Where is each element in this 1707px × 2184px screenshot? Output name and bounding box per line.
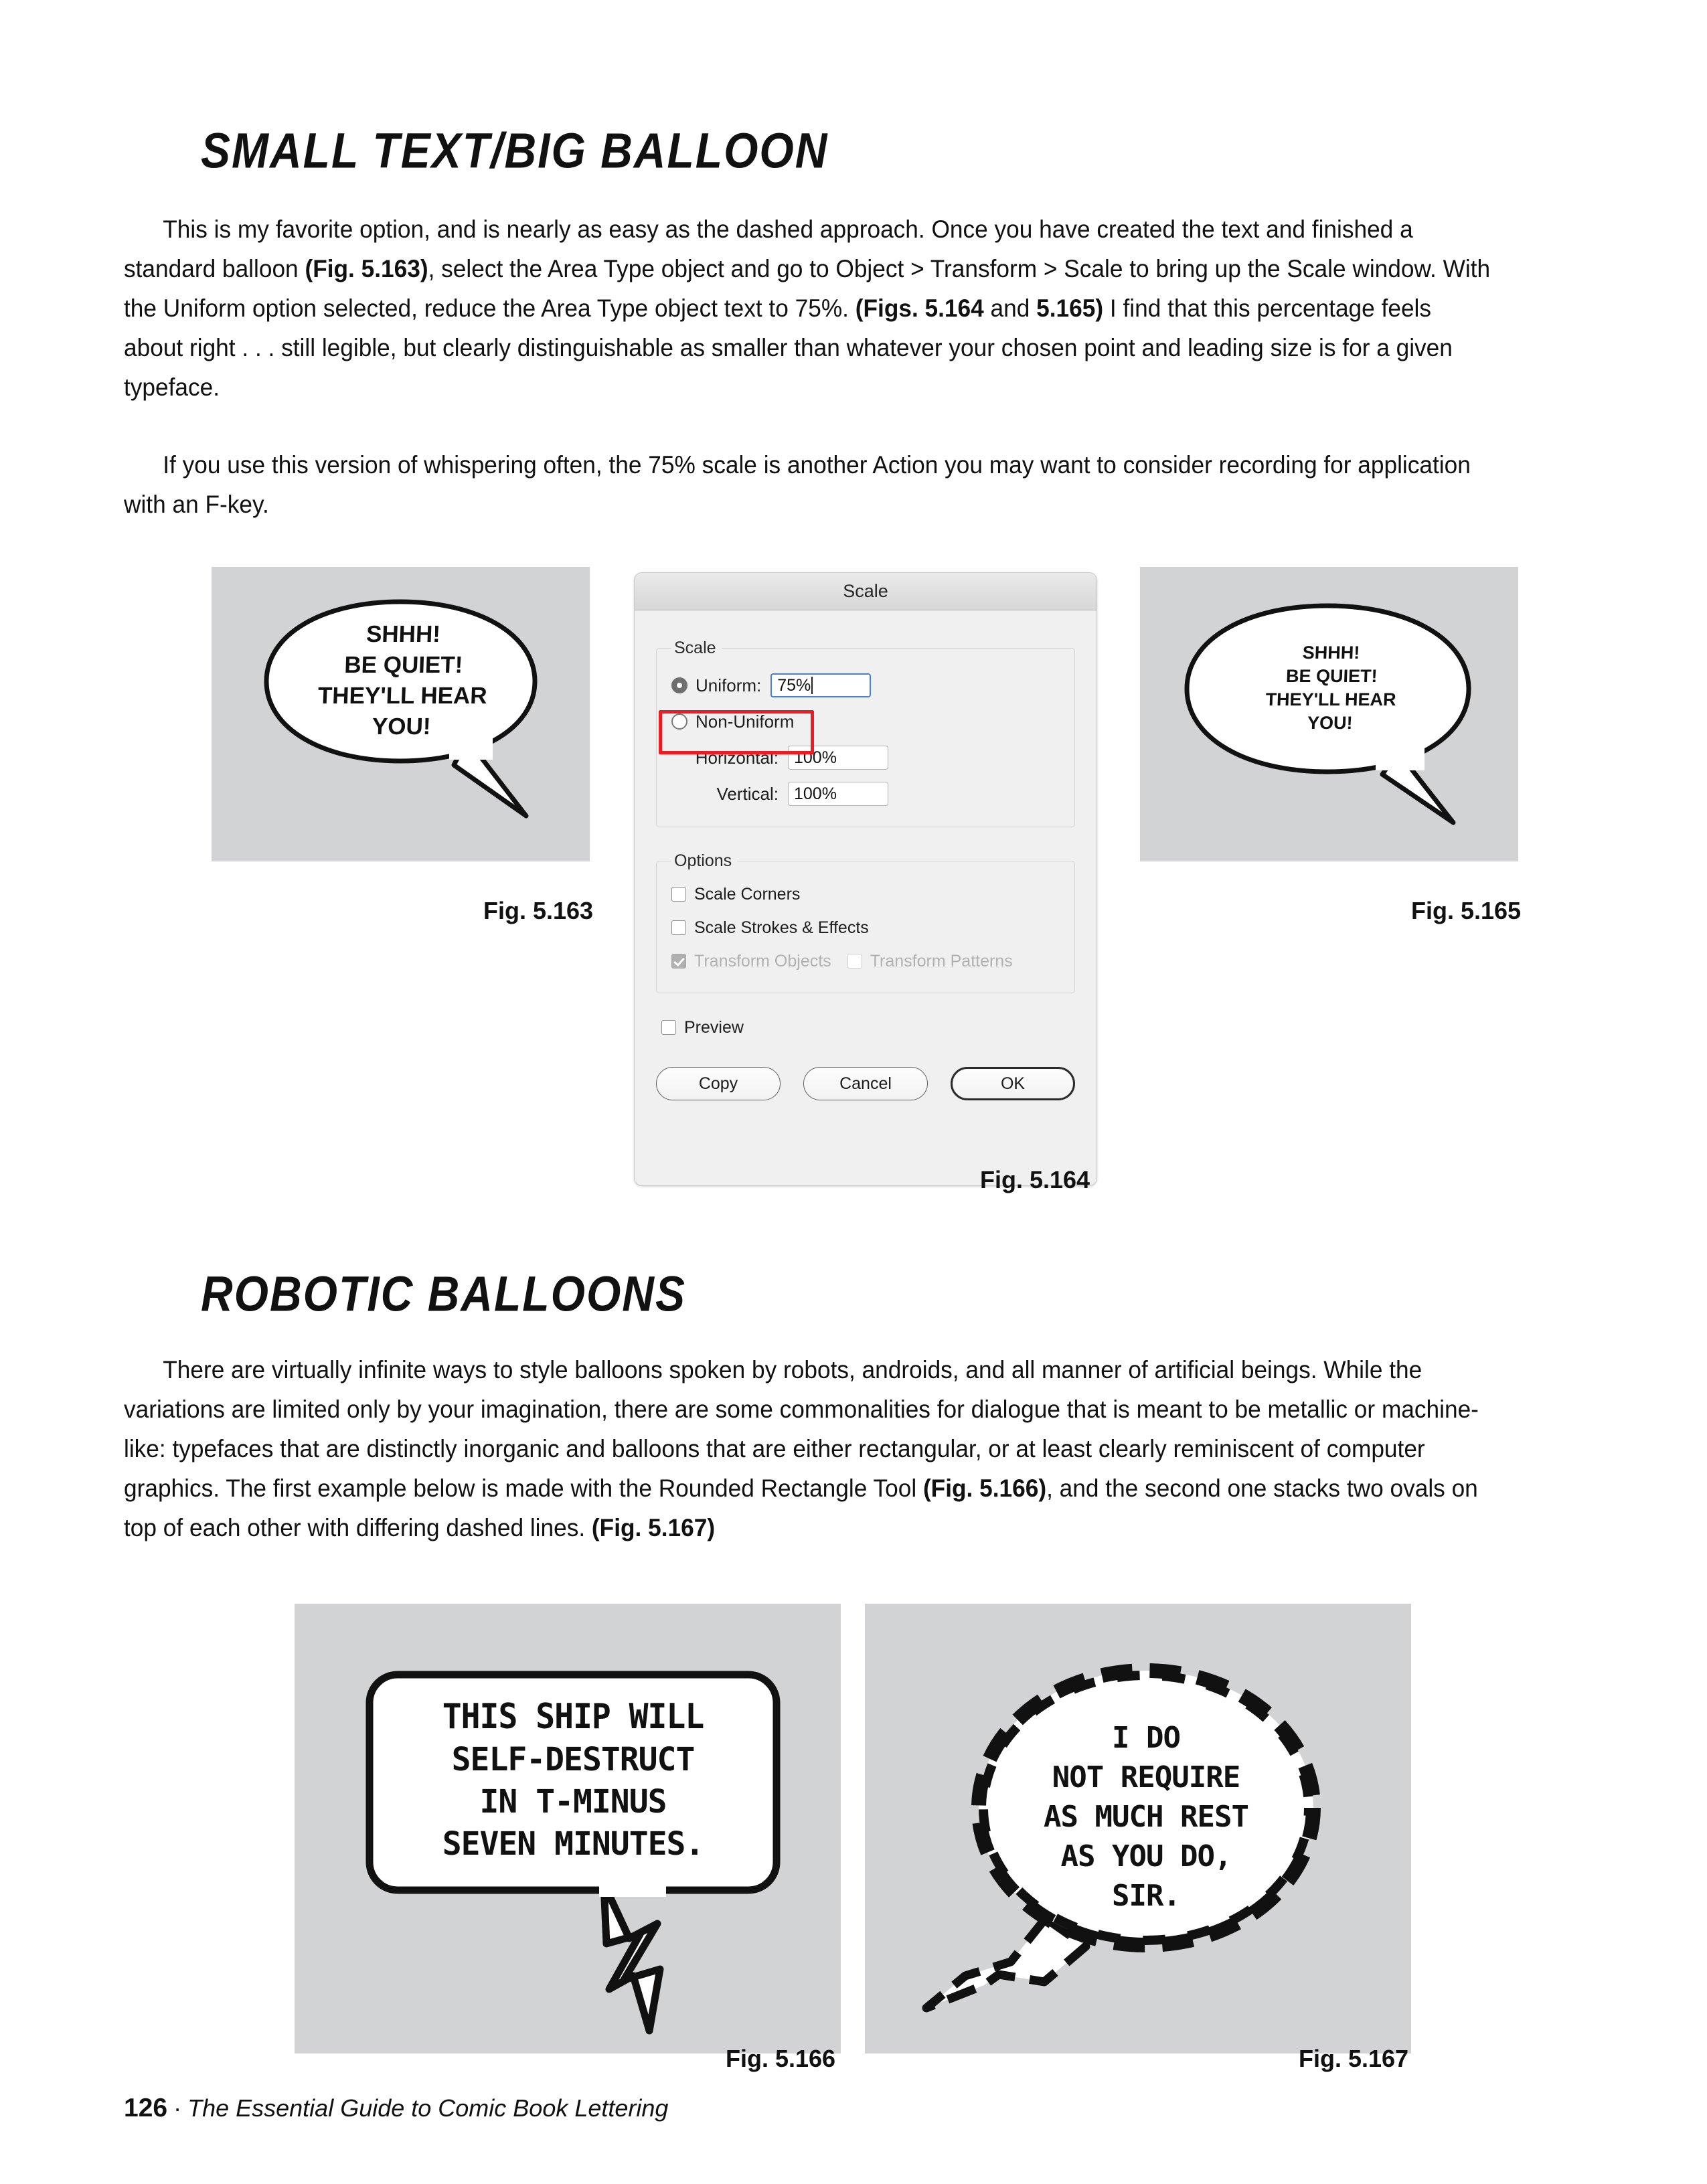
figure-caption-5-167: Fig. 5.167 xyxy=(1299,2045,1409,2072)
figure-panel-5-165: SHHH! BE QUIET! THEY'LL HEAR YOU! xyxy=(1140,567,1518,861)
balloon-line: SHHH! xyxy=(1302,643,1360,663)
balloon-line: SHHH! xyxy=(365,621,440,647)
balloon-line: THEY'LL HEAR xyxy=(1265,689,1396,709)
figure-caption-5-165: Fig. 5.165 xyxy=(1411,897,1522,924)
balloon-line: SIR. xyxy=(1112,1879,1180,1913)
checkbox-transform-objects-icon xyxy=(671,954,686,969)
section-heading-small-text-big-balloon: SMALL TEXT/BIG BALLOON xyxy=(201,122,829,178)
checkbox-transform-patterns-icon xyxy=(847,954,862,969)
option-label: Scale Strokes & Effects xyxy=(694,918,869,937)
dashed-oval-balloon-167: I DO NOT REQUIRE AS MUCH REST AS YOU DO,… xyxy=(922,1663,1321,2013)
non-uniform-row[interactable]: Non-Uniform xyxy=(671,703,1060,740)
balloon-line: AS MUCH REST xyxy=(1044,1800,1248,1834)
page-number: 126 xyxy=(124,2094,168,2122)
uniform-row[interactable]: Uniform: 75% xyxy=(671,667,1060,703)
scale-group: Scale Uniform: 75% Non-Uniform Horizonta… xyxy=(656,639,1075,827)
balloon-line: SEVEN MINUTES. xyxy=(442,1825,704,1863)
figure-panel-5-163: SHHH! BE QUIET! THEY'LL HEAR YOU! xyxy=(212,567,590,861)
scale-dialog[interactable]: Scale Scale Uniform: 75% Non-Uniform Hor xyxy=(634,572,1097,1186)
figure-caption-5-164: Fig. 5.164 xyxy=(980,1166,1090,1193)
vertical-label: Vertical: xyxy=(716,783,779,804)
option-scale-corners[interactable]: Scale Corners xyxy=(671,877,1060,911)
copy-button[interactable]: Copy xyxy=(656,1067,781,1100)
balloon-line: YOU! xyxy=(372,713,431,740)
checkbox-scale-corners-icon[interactable] xyxy=(671,887,686,902)
non-uniform-label: Non-Uniform xyxy=(696,711,795,732)
balloon-line: AS YOU DO, xyxy=(1061,1839,1232,1873)
vertical-row[interactable]: Vertical: 100% xyxy=(671,776,1060,812)
checkbox-preview-icon[interactable] xyxy=(661,1020,676,1035)
section-1-paragraph-2: If you use this version of whispering of… xyxy=(124,450,1471,518)
option-label: Transform Objects xyxy=(694,951,831,971)
uniform-input[interactable]: 75% xyxy=(770,673,872,697)
rounded-rectangle-balloon-166: THIS SHIP WILL SELF-DESTRUCT IN T-MINUS … xyxy=(365,1671,781,2035)
section-1-paragraph-1: This is my favorite option, and is nearl… xyxy=(124,215,1491,401)
option-label: Transform Patterns xyxy=(870,951,1013,971)
oval-speech-balloon-165: SHHH! BE QUIET! THEY'LL HEAR YOU! xyxy=(1184,603,1471,825)
section-heading-robotic-balloons: ROBOTIC BALLOONS xyxy=(201,1266,686,1321)
option-scale-strokes-effects[interactable]: Scale Strokes & Effects xyxy=(671,911,1060,944)
vertical-input[interactable]: 100% xyxy=(788,782,888,806)
balloon-line: YOU! xyxy=(1307,713,1354,733)
figure-panel-5-167: I DO NOT REQUIRE AS MUCH REST AS YOU DO,… xyxy=(865,1604,1411,2053)
dialog-body: Scale Uniform: 75% Non-Uniform Horizonta… xyxy=(635,639,1096,1100)
figure-caption-5-166: Fig. 5.166 xyxy=(726,2045,836,2072)
option-label: Scale Corners xyxy=(694,884,801,904)
horizontal-row[interactable]: Horizontal: 100% xyxy=(671,740,1060,776)
uniform-label: Uniform: xyxy=(696,675,762,695)
radio-uniform-icon[interactable] xyxy=(671,677,687,693)
balloon-line: THEY'LL HEAR xyxy=(317,683,487,709)
dialog-titlebar[interactable]: Scale xyxy=(635,573,1096,610)
ok-button[interactable]: OK xyxy=(951,1067,1075,1100)
horizontal-input[interactable]: 100% xyxy=(788,746,888,770)
options-group: Options Scale Corners Scale Strokes & Ef… xyxy=(656,851,1075,993)
text-caret xyxy=(811,677,813,694)
dialog-button-row: Copy Cancel OK xyxy=(656,1067,1075,1100)
page-canvas: SMALL TEXT/BIG BALLOON This is my favori… xyxy=(0,0,1707,2184)
radio-non-uniform-icon[interactable] xyxy=(671,713,687,730)
cancel-button[interactable]: Cancel xyxy=(803,1067,928,1100)
options-group-legend: Options xyxy=(674,851,732,870)
balloon-line: THIS SHIP WILL xyxy=(442,1696,704,1736)
scale-group-legend: Scale xyxy=(674,639,716,657)
preview-row[interactable]: Preview xyxy=(661,1011,1075,1044)
book-title: The Essential Guide to Comic Book Letter… xyxy=(187,2094,669,2122)
preview-label: Preview xyxy=(684,1017,744,1037)
balloon-line: BE QUIET! xyxy=(344,652,463,678)
page-footer: 126 · The Essential Guide to Comic Book Le… xyxy=(124,2094,668,2123)
figure-caption-5-163: Fig. 5.163 xyxy=(483,897,594,924)
section-2-paragraph-1: There are virtually infinite ways to sty… xyxy=(124,1355,1479,1541)
option-transform-row: Transform Objects Transform Patterns xyxy=(671,944,1060,978)
checkbox-scale-strokes-effects-icon[interactable] xyxy=(671,920,686,935)
uniform-value: 75% xyxy=(777,675,811,695)
balloon-line: IN T-MINUS xyxy=(480,1783,667,1821)
balloon-line: NOT REQUIRE xyxy=(1052,1760,1240,1794)
vertical-value: 100% xyxy=(794,784,837,803)
dialog-title: Scale xyxy=(843,581,888,601)
horizontal-label: Horizontal: xyxy=(695,747,779,768)
footer-separator: · xyxy=(173,2094,182,2122)
balloon-line: SELF-DESTRUCT xyxy=(452,1741,695,1778)
figure-panel-5-166: THIS SHIP WILL SELF-DESTRUCT IN T-MINUS … xyxy=(295,1604,841,2053)
balloon-line: BE QUIET! xyxy=(1286,666,1378,686)
balloon-line: I DO xyxy=(1112,1721,1180,1755)
oval-speech-balloon-163: SHHH! BE QUIET! THEY'LL HEAR YOU! xyxy=(264,599,538,819)
horizontal-value: 100% xyxy=(794,748,837,767)
